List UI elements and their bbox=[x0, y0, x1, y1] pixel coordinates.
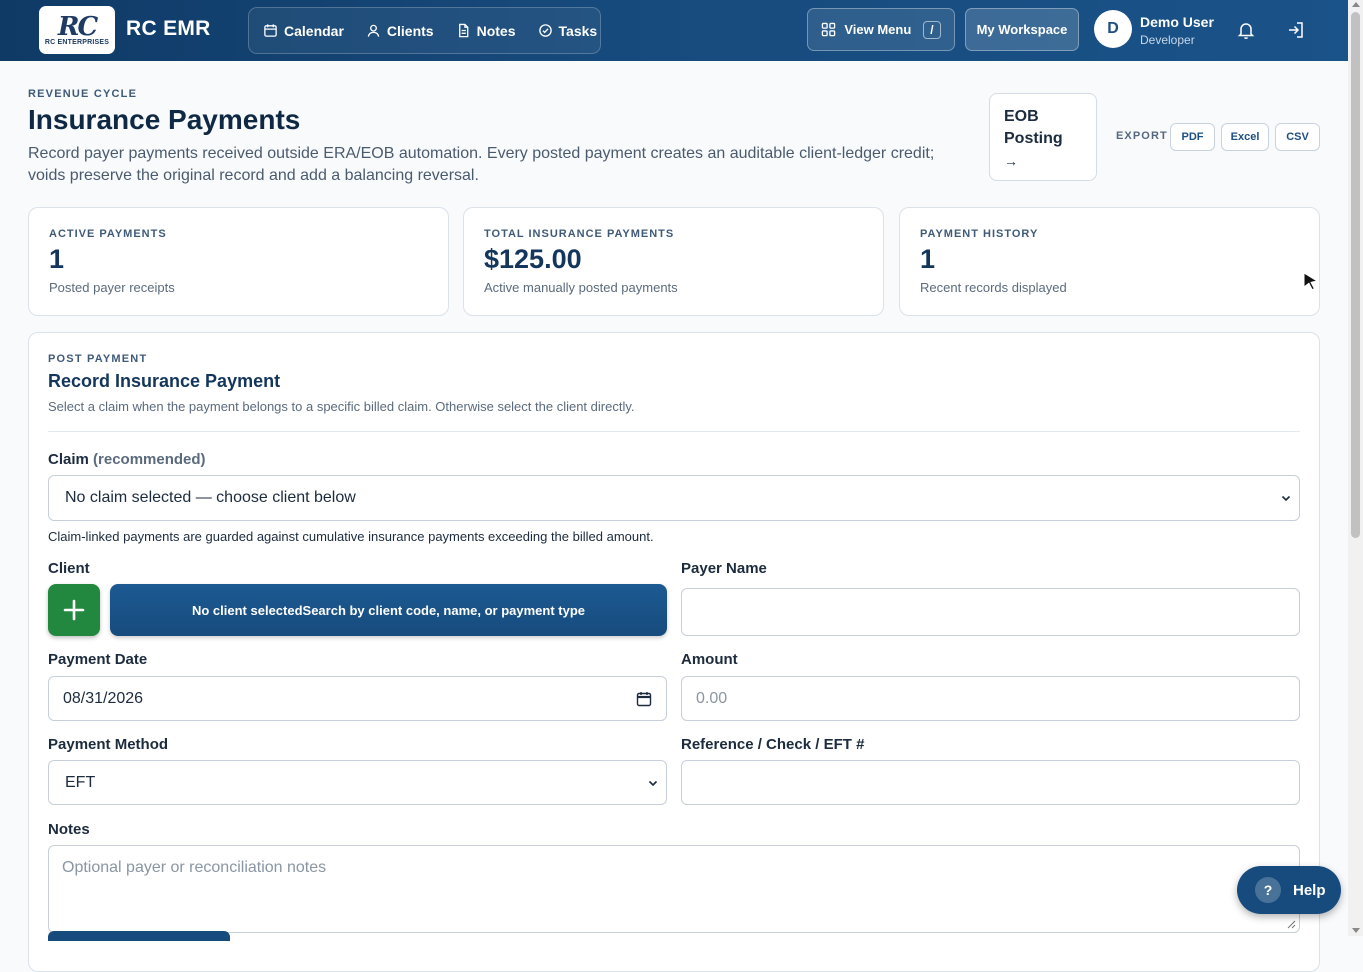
eob-posting-link[interactable]: EOB Posting → bbox=[989, 93, 1097, 181]
view-menu-button[interactable]: View Menu / bbox=[807, 8, 955, 51]
panel-description: Select a claim when the payment belongs … bbox=[48, 399, 635, 414]
scroll-down-arrow[interactable] bbox=[1352, 928, 1360, 933]
avatar[interactable]: D bbox=[1094, 10, 1132, 48]
claim-hint: Claim-linked payments are guarded agains… bbox=[48, 529, 654, 544]
document-icon bbox=[458, 23, 468, 38]
page-title: Insurance Payments bbox=[28, 104, 301, 135]
my-workspace-button[interactable]: My Workspace bbox=[965, 8, 1079, 51]
amount-label: Amount bbox=[681, 651, 738, 668]
logo-subtitle: RC ENTERPRISES bbox=[44, 38, 110, 46]
claim-label: Claim (recommended) bbox=[48, 451, 206, 468]
panel-title: Record Insurance Payment bbox=[48, 371, 281, 391]
page-description: Record payer payments received outside E… bbox=[28, 145, 935, 184]
reference-input[interactable] bbox=[681, 760, 1300, 805]
mouse-pointer-icon bbox=[1303, 272, 1319, 291]
resize-handle-icon[interactable] bbox=[1287, 920, 1296, 929]
logo-mark: RC bbox=[57, 11, 98, 42]
export-csv-button[interactable]: CSV bbox=[1275, 123, 1320, 151]
export-pdf-button[interactable]: PDF bbox=[1170, 123, 1215, 151]
notes-textarea[interactable]: Optional payer or reconciliation notes bbox=[48, 845, 1300, 933]
chevron-down-icon bbox=[1281, 495, 1291, 502]
page-eyebrow: REVENUE CYCLE bbox=[28, 88, 138, 100]
nav-notes-label: Notes bbox=[476, 22, 516, 39]
payment-date-value: 08/31/2026 bbox=[63, 689, 144, 707]
claim-select-value: No claim selected — choose client below bbox=[65, 489, 356, 506]
client-search-button[interactable]: No client selectedSearch by client code,… bbox=[110, 584, 667, 636]
user-role: Developer bbox=[1140, 33, 1195, 47]
claim-label-note: (recommended) bbox=[93, 451, 206, 468]
nav-tasks[interactable]: Tasks bbox=[538, 22, 598, 39]
view-menu-shortcut: / bbox=[923, 20, 941, 39]
primary-nav: Calendar Clients Notes Tasks bbox=[248, 7, 601, 54]
add-client-button[interactable] bbox=[48, 584, 100, 636]
view-menu-label: View Menu bbox=[844, 22, 912, 37]
eob-line-1: EOB bbox=[1004, 108, 1039, 125]
claim-label-text: Claim bbox=[48, 451, 89, 468]
brand-name: RC EMR bbox=[126, 17, 211, 40]
payment-method-select[interactable]: EFT bbox=[48, 760, 667, 805]
scrollbar-thumb[interactable] bbox=[1351, 12, 1360, 538]
export-label: EXPORT bbox=[1116, 130, 1168, 142]
help-button[interactable]: ? Help bbox=[1237, 866, 1341, 914]
stat-value: $125.00 bbox=[484, 244, 582, 274]
payer-name-input[interactable] bbox=[681, 588, 1300, 636]
help-question-icon: ? bbox=[1255, 877, 1281, 903]
amount-input[interactable]: 0.00 bbox=[681, 676, 1300, 721]
payment-method-label: Payment Method bbox=[48, 736, 169, 753]
payer-name-label: Payer Name bbox=[681, 560, 767, 577]
calendar-icon[interactable] bbox=[636, 691, 652, 707]
scroll-up-arrow[interactable] bbox=[1352, 2, 1360, 7]
stat-card-payment-history: PAYMENT HISTORY 1 Recent records display… bbox=[899, 207, 1320, 316]
arrow-right-icon: → bbox=[1004, 153, 1018, 169]
page-scrollbar[interactable] bbox=[1348, 0, 1363, 936]
claim-select[interactable]: No claim selected — choose client below bbox=[48, 475, 1300, 521]
plus-icon bbox=[63, 599, 85, 621]
app-logo[interactable]: RC RC ENTERPRISES bbox=[39, 6, 115, 54]
grid-icon bbox=[822, 22, 836, 37]
nav-clients[interactable]: Clients bbox=[366, 23, 434, 39]
nav-tasks-label: Tasks bbox=[558, 22, 598, 39]
export-excel-button[interactable]: Excel bbox=[1221, 123, 1269, 151]
nav-clients-label: Clients bbox=[386, 22, 434, 39]
payment-method-value: EFT bbox=[65, 773, 96, 791]
logout-icon[interactable] bbox=[1286, 20, 1306, 40]
user-icon bbox=[367, 24, 380, 37]
stat-label: ACTIVE PAYMENTS bbox=[49, 228, 167, 240]
stat-card-total-insurance-payments: TOTAL INSURANCE PAYMENTS $125.00 Active … bbox=[463, 207, 884, 316]
stat-label: PAYMENT HISTORY bbox=[920, 228, 1039, 240]
user-name[interactable]: Demo User bbox=[1140, 14, 1214, 30]
nav-notes[interactable]: Notes bbox=[456, 23, 516, 39]
stat-value: 1 bbox=[49, 244, 65, 274]
help-label: Help bbox=[1293, 881, 1326, 899]
stat-caption: Posted payer receipts bbox=[49, 280, 175, 295]
stat-label: TOTAL INSURANCE PAYMENTS bbox=[484, 228, 675, 240]
bell-icon[interactable] bbox=[1236, 20, 1256, 40]
stat-caption: Active manually posted payments bbox=[484, 280, 678, 295]
notes-placeholder: Optional payer or reconciliation notes bbox=[62, 859, 327, 876]
notes-label: Notes bbox=[48, 821, 90, 838]
eob-line-2: Posting bbox=[1004, 130, 1063, 147]
panel-eyebrow: POST PAYMENT bbox=[48, 353, 148, 365]
nav-calendar[interactable]: Calendar bbox=[263, 23, 344, 39]
payment-date-label: Payment Date bbox=[48, 651, 148, 668]
chevron-down-icon bbox=[648, 780, 658, 786]
client-label: Client bbox=[48, 560, 90, 577]
check-circle-icon bbox=[538, 24, 552, 37]
stat-value: 1 bbox=[920, 244, 936, 274]
panel-divider bbox=[48, 431, 1300, 432]
calendar-icon bbox=[264, 24, 277, 37]
top-navigation-bar: RC RC ENTERPRISES RC EMR Calendar Client… bbox=[0, 0, 1348, 61]
payment-date-input[interactable]: 08/31/2026 bbox=[48, 676, 667, 721]
reference-label: Reference / Check / EFT # bbox=[681, 736, 865, 753]
nav-calendar-label: Calendar bbox=[284, 22, 344, 39]
submit-payment-button[interactable] bbox=[48, 931, 230, 941]
stat-caption: Recent records displayed bbox=[920, 280, 1067, 295]
stat-card-active-payments: ACTIVE PAYMENTS 1 Posted payer receipts bbox=[28, 207, 449, 316]
